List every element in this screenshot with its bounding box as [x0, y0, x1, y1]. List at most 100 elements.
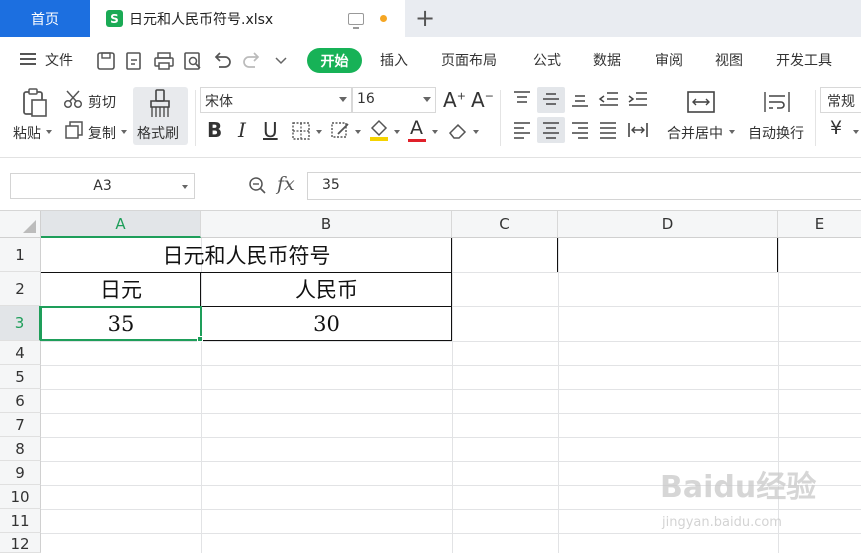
font-name-select[interactable]: 宋体 — [200, 87, 352, 113]
menu-data[interactable]: 数据 — [593, 50, 621, 70]
ribbon-divider — [815, 90, 816, 146]
menu-insert[interactable]: 插入 — [380, 50, 408, 70]
borders-dropdown-icon[interactable] — [316, 130, 322, 134]
merge-center-dropdown-icon[interactable] — [729, 130, 735, 134]
cell-b3[interactable]: 30 — [201, 306, 452, 341]
tab-home[interactable]: 首页 — [0, 0, 90, 37]
menu-page-layout[interactable]: 页面布局 — [441, 50, 497, 70]
column-header-b[interactable]: B — [201, 211, 452, 238]
fill-color-dropdown-icon[interactable] — [394, 130, 400, 134]
monitor-icon[interactable] — [348, 12, 364, 29]
distributed-align-icon[interactable] — [627, 120, 649, 140]
row-header-1[interactable]: 1 — [0, 238, 41, 272]
menu-review[interactable]: 审阅 — [655, 50, 683, 70]
number-format-select[interactable]: 常规 — [820, 87, 861, 113]
paste-icon[interactable] — [20, 88, 50, 118]
tab-document[interactable]: S 日元和人民币符号.xlsx — [90, 0, 405, 37]
print-preview-icon[interactable] — [183, 51, 203, 71]
column-header-a[interactable]: A — [41, 211, 201, 238]
clear-format-icon[interactable] — [447, 120, 469, 140]
watermark-url: jingyan.baidu.com — [662, 515, 782, 530]
column-header-c[interactable]: C — [452, 211, 558, 238]
column-header-e[interactable]: E — [778, 211, 861, 238]
gridline — [41, 533, 861, 534]
underline-icon[interactable]: U — [263, 118, 278, 142]
decrease-font-size-icon[interactable]: A− — [471, 88, 494, 112]
merge-center-icon[interactable] — [686, 89, 716, 115]
save-icon[interactable] — [96, 51, 116, 71]
fx-function-icon[interactable]: fx — [277, 173, 295, 195]
copy-icon[interactable] — [64, 120, 84, 140]
font-color-dropdown-icon[interactable] — [432, 130, 438, 134]
export-pdf-icon[interactable] — [124, 51, 144, 71]
table-border — [777, 238, 778, 272]
font-size-select[interactable]: 16 — [352, 87, 436, 113]
watermark-logo: Baidu经验 — [660, 470, 817, 505]
paste-dropdown-icon[interactable] — [46, 130, 52, 134]
row-header-3[interactable]: 3 — [0, 306, 41, 341]
italic-icon[interactable]: I — [238, 118, 246, 142]
align-middle-icon[interactable] — [541, 89, 561, 109]
align-bottom-icon[interactable] — [570, 89, 590, 109]
row-header-12[interactable]: 12 — [0, 533, 41, 553]
hamburger-menu-icon[interactable] — [20, 53, 36, 65]
menu-formulas[interactable]: 公式 — [533, 50, 561, 70]
zoom-search-icon[interactable] — [248, 176, 268, 196]
name-box[interactable]: A3 — [10, 173, 195, 199]
row-header-5[interactable]: 5 — [0, 365, 41, 389]
increase-font-size-icon[interactable]: A+ — [443, 88, 466, 112]
wrap-text-icon[interactable] — [763, 89, 791, 115]
currency-icon[interactable]: ¥ — [830, 117, 842, 139]
copy-button[interactable]: 复制 — [88, 123, 116, 143]
print-icon[interactable] — [153, 51, 175, 71]
row-header-4[interactable]: 4 — [0, 341, 41, 365]
fill-handle[interactable] — [197, 336, 203, 342]
menu-developer[interactable]: 开发工具 — [776, 50, 832, 70]
currency-dropdown-icon[interactable] — [853, 130, 859, 134]
column-header-d[interactable]: D — [558, 211, 778, 238]
undo-icon[interactable] — [212, 51, 232, 71]
redo-icon[interactable] — [242, 51, 262, 71]
font-color-icon[interactable]: A — [410, 117, 423, 139]
row-header-8[interactable]: 8 — [0, 437, 41, 461]
merge-center-button[interactable]: 合并居中 — [667, 123, 723, 143]
align-top-icon[interactable] — [512, 89, 532, 109]
decrease-indent-icon[interactable] — [598, 89, 620, 109]
cut-button[interactable]: 剪切 — [88, 92, 116, 112]
align-right-icon[interactable] — [570, 120, 590, 140]
gridline — [452, 238, 453, 553]
row-header-2[interactable]: 2 — [0, 272, 41, 306]
row-header-10[interactable]: 10 — [0, 485, 41, 509]
quick-access-dropdown-icon[interactable] — [274, 55, 288, 67]
menu-home-start[interactable]: 开始 — [307, 48, 362, 73]
cut-icon[interactable] — [63, 89, 85, 109]
increase-indent-icon[interactable] — [627, 89, 649, 109]
menu-file[interactable]: 文件 — [45, 50, 73, 70]
align-center-icon[interactable] — [541, 120, 561, 140]
copy-dropdown-icon[interactable] — [121, 130, 127, 134]
cell-a2[interactable]: 日元 — [41, 272, 201, 306]
row-header-7[interactable]: 7 — [0, 413, 41, 437]
new-tab-plus-icon[interactable]: + — [415, 4, 435, 32]
cell-a1-merged-title[interactable]: 日元和人民币符号 — [41, 238, 452, 272]
gridline — [41, 365, 861, 366]
clear-format-dropdown-icon[interactable] — [473, 130, 479, 134]
unsaved-dot-icon — [380, 15, 387, 22]
justify-icon[interactable] — [598, 120, 618, 140]
bold-icon[interactable]: B — [207, 118, 222, 142]
row-header-9[interactable]: 9 — [0, 461, 41, 485]
cell-style-icon[interactable] — [330, 120, 352, 140]
formula-input[interactable]: 35 — [307, 172, 861, 200]
borders-icon[interactable] — [291, 121, 311, 141]
wrap-text-button[interactable]: 自动换行 — [748, 123, 804, 143]
cell-b2[interactable]: 人民币 — [201, 272, 452, 306]
cell-style-dropdown-icon[interactable] — [355, 130, 361, 134]
align-left-icon[interactable] — [512, 120, 532, 140]
fill-color-icon[interactable] — [368, 118, 390, 142]
menu-view[interactable]: 视图 — [715, 50, 743, 70]
row-header-11[interactable]: 11 — [0, 509, 41, 533]
row-header-6[interactable]: 6 — [0, 389, 41, 413]
paste-button[interactable]: 粘贴 — [13, 123, 41, 143]
select-all-corner[interactable] — [0, 211, 41, 238]
gridline — [41, 389, 861, 390]
